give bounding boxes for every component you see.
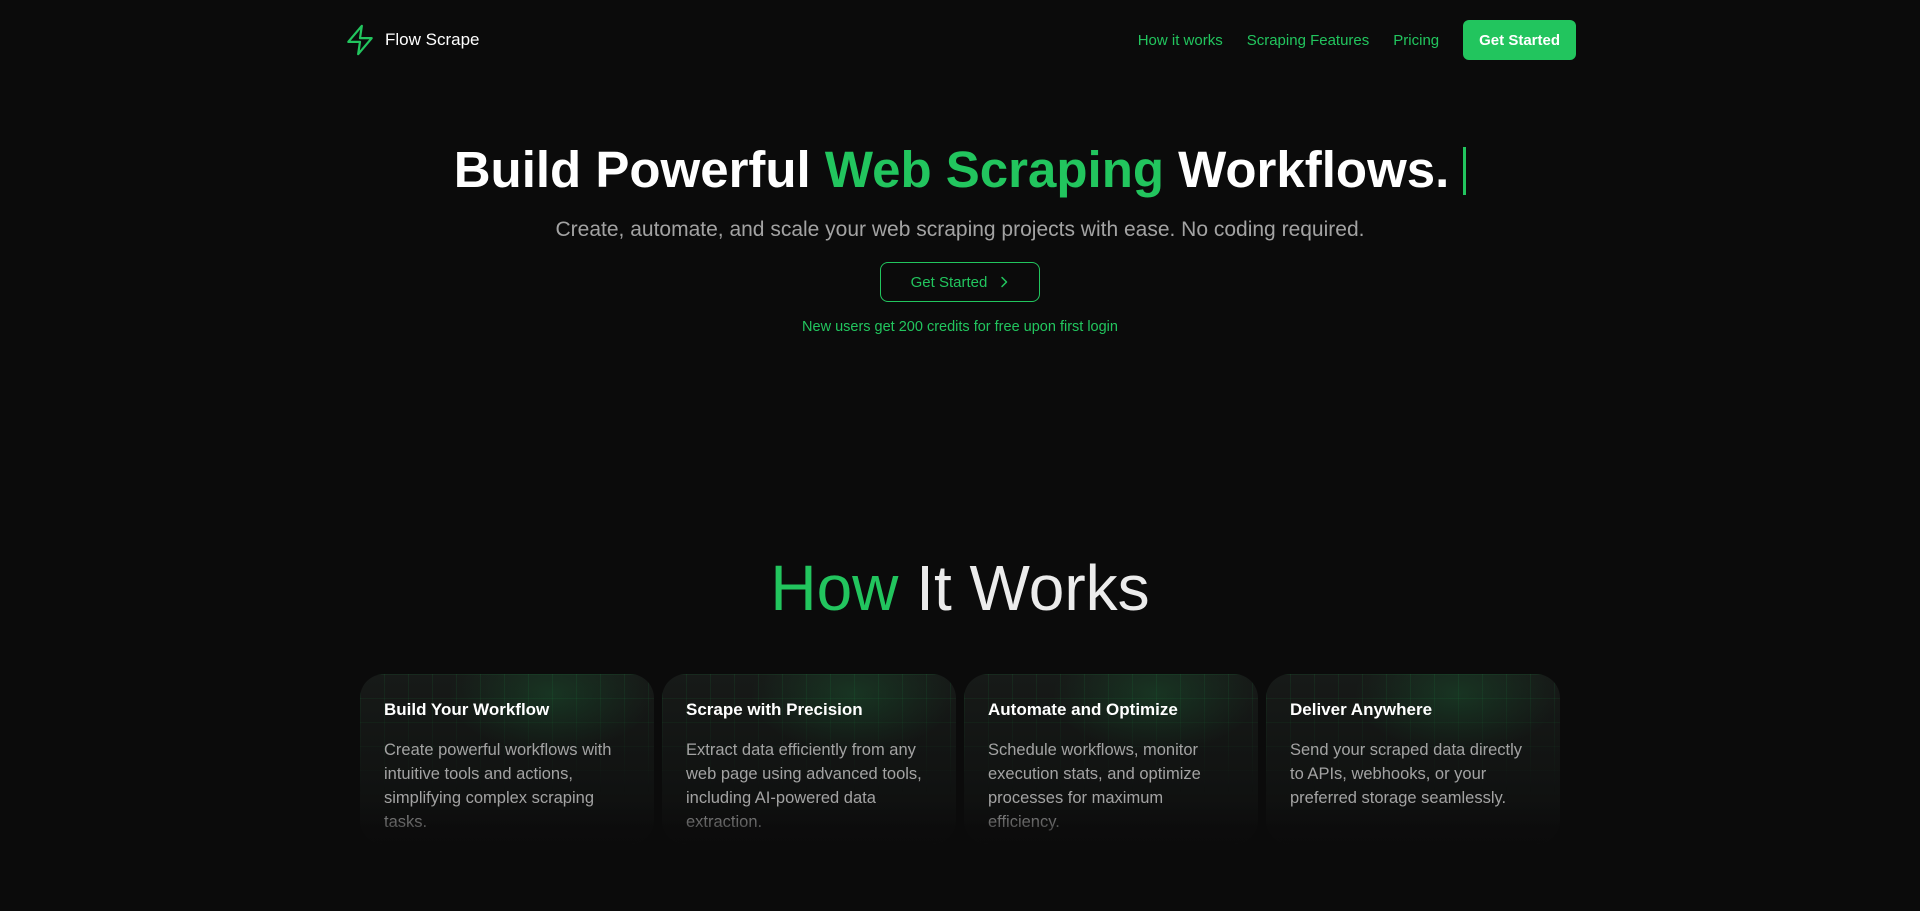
feature-card-deliver: Deliver Anywhere Send your scraped data … — [1266, 674, 1560, 844]
hero-title-part2: Workflows. — [1164, 141, 1450, 198]
feature-card-automate: Automate and Optimize Schedule workflows… — [964, 674, 1258, 844]
typing-caret — [1463, 147, 1467, 195]
card-title: Build Your Workflow — [384, 700, 550, 719]
lightning-bolt-icon — [345, 24, 375, 56]
how-it-works-title-highlight: How — [770, 552, 899, 624]
how-it-works-title: How It Works — [0, 550, 1920, 626]
card-title: Automate and Optimize — [988, 700, 1178, 719]
brand-name: Flow Scrape — [385, 30, 480, 49]
brand-logo-link[interactable]: Flow Scrape — [345, 24, 479, 56]
hero-title-highlight: Web Scraping — [824, 141, 1165, 198]
how-it-works-title-rest: It Works — [898, 552, 1150, 624]
free-credits-note: New users get 200 credits for free upon … — [802, 319, 1118, 335]
hero-get-started-button[interactable]: Get Started — [880, 262, 1040, 302]
feature-card-scrape: Scrape with Precision Extract data effic… — [662, 674, 956, 844]
landing-page: Flow Scrape How it works Scraping Featur… — [0, 0, 1920, 911]
card-description: Send your scraped data directly to APIs,… — [1290, 741, 1523, 807]
card-title: Scrape with Precision — [686, 700, 863, 719]
nav-link-how-it-works[interactable]: How it works — [1138, 32, 1223, 49]
header-get-started-button[interactable]: Get Started — [1463, 20, 1576, 60]
hero-subtitle: Create, automate, and scale your web scr… — [555, 218, 1365, 241]
chevron-right-icon — [999, 276, 1009, 288]
hero-title: Build Powerful Web Scraping Workflows. — [0, 140, 1920, 200]
hero-title-part1: Build Powerful — [453, 141, 825, 198]
card-fade — [360, 804, 654, 844]
feature-card-build: Build Your Workflow Create powerful work… — [360, 674, 654, 844]
nav-link-pricing[interactable]: Pricing — [1393, 32, 1439, 49]
main-nav: How it works Scraping Features Pricing G… — [1138, 20, 1576, 60]
card-fade — [662, 804, 956, 844]
hero-get-started-label: Get Started — [910, 273, 988, 291]
site-header: Flow Scrape How it works Scraping Featur… — [0, 0, 1920, 80]
nav-link-scraping-features[interactable]: Scraping Features — [1247, 32, 1370, 49]
how-it-works-cards: Build Your Workflow Create powerful work… — [360, 674, 1560, 844]
card-title: Deliver Anywhere — [1290, 700, 1433, 719]
card-fade — [964, 804, 1258, 844]
card-fade — [1266, 804, 1560, 844]
